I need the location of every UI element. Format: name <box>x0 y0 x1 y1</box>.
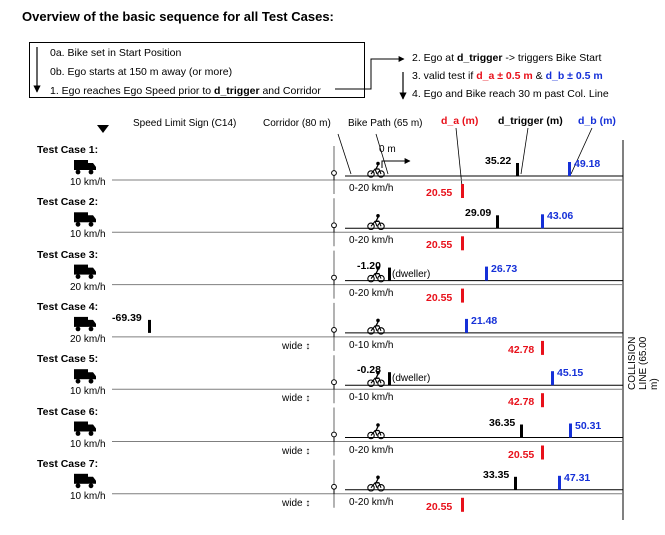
case-6-ego-speed: 10 km/h <box>70 438 106 450</box>
case-2-d-trigger-value: 29.09 <box>465 207 492 220</box>
case-5-truck-icon <box>74 369 96 384</box>
case-3-truck-icon <box>74 264 96 279</box>
case-6-d-a-marker <box>541 445 544 460</box>
case-7-bike-speed: 0-20 km/h <box>349 496 394 508</box>
case-4-speed-sign-icon <box>331 327 337 333</box>
case-5-dweller-note: (dweller) <box>392 373 431 385</box>
case-3-ego-speed: 20 km/h <box>70 281 106 293</box>
case-1-d-b-marker <box>568 162 571 176</box>
case-7-d-a-value: 20.55 <box>426 500 453 513</box>
case-6-speed-sign-icon <box>331 431 337 438</box>
case-1-d-trigger-marker <box>516 163 519 176</box>
case-6-wide-note: wide ↕ <box>282 445 311 457</box>
case-1-d-b-value: 49.18 <box>574 158 601 170</box>
case-2-ego-speed: 10 km/h <box>70 229 106 241</box>
case-7-bike-icon <box>367 475 385 492</box>
case-6-d-b-value: 50.31 <box>575 419 602 432</box>
case-4-d-a-marker <box>541 340 544 355</box>
case-5-speed-sign-icon <box>331 379 337 386</box>
case-6-bike-icon <box>367 423 385 440</box>
case-5-name: Test Case 5: <box>37 353 99 366</box>
case-1-d-trigger-value: 35.22 <box>485 155 512 167</box>
case-3-d-a-value: 20.55 <box>426 291 453 304</box>
case-1-ego-speed: 10 km/h <box>70 177 106 188</box>
case-6-truck-icon <box>74 421 96 436</box>
case-5-d-b-value: 45.15 <box>557 367 584 380</box>
case-3-d-trigger-value: -1.20 <box>357 259 381 272</box>
case-3-dweller-note: (dweller) <box>392 268 431 280</box>
case-4-name: Test Case 4: <box>37 300 99 313</box>
case-4-truck-icon <box>74 316 96 332</box>
case-6-bike-speed: 0-20 km/h <box>349 444 394 456</box>
test-case-rows <box>74 146 623 512</box>
case-5-d-b-marker <box>551 371 554 386</box>
case-7-truck-icon <box>74 473 96 489</box>
case-2-bike-icon <box>367 214 385 231</box>
case-6-d-trigger-marker <box>520 424 523 438</box>
case-2-d-b-marker <box>541 214 544 229</box>
case-4-bike-speed: 0-10 km/h <box>349 339 394 351</box>
case-2-bike-speed: 0-20 km/h <box>349 235 394 247</box>
case-7-ego-speed: 10 km/h <box>70 490 106 502</box>
case-7-d-b-marker <box>558 475 561 490</box>
case-1-speed-sign-icon <box>331 170 337 176</box>
case-5-d-a-marker <box>541 393 544 408</box>
case-3-d-b-marker <box>485 266 488 281</box>
case-4-d-a-value: 42.78 <box>508 343 535 356</box>
corridor-pointer <box>337 133 352 175</box>
case-7-speed-sign-icon <box>331 483 337 490</box>
case-2-name: Test Case 2: <box>37 196 99 209</box>
case-3-speed-sign-icon <box>331 274 337 281</box>
case-6-d-trigger-value: 36.35 <box>489 416 516 429</box>
case-3-d-trigger-marker <box>388 267 391 281</box>
case-2-d-trigger-marker <box>496 215 499 229</box>
case-5-bike-speed: 0-10 km/h <box>349 392 394 404</box>
case-1-truck-icon <box>74 160 96 175</box>
case-1-name: Test Case 1: <box>37 144 99 156</box>
case-3-d-a-marker <box>461 288 464 303</box>
case-1-d-a-value: 20.55 <box>426 187 453 199</box>
case-4-bike-icon <box>367 318 385 335</box>
case-6-d-a-value: 20.55 <box>508 448 535 461</box>
diagram-canvas <box>33 47 624 520</box>
case-4-d-b-value: 21.48 <box>471 314 498 327</box>
case-3-name: Test Case 3: <box>37 248 99 261</box>
d-trigger-pointer <box>520 127 529 175</box>
case-3-d-b-value: 26.73 <box>491 262 518 275</box>
case-7-d-trigger-marker <box>514 476 517 490</box>
case-2-d-b-value: 43.06 <box>547 210 574 223</box>
case-2-d-a-marker <box>461 236 464 251</box>
case-7-d-b-value: 47.31 <box>564 471 591 484</box>
case-4-d-trigger-value: -69.39 <box>112 311 142 324</box>
case-7-d-trigger-value: 33.35 <box>483 468 510 481</box>
case-3-bike-speed: 0-20 km/h <box>349 287 394 299</box>
legend-connector-arrow <box>335 56 405 90</box>
case-1-bike-speed: 0-20 km/h <box>349 183 394 194</box>
case-5-ego-speed: 10 km/h <box>70 386 106 398</box>
case-5-d-trigger-marker <box>388 372 391 386</box>
case-4-ego-speed: 20 km/h <box>70 333 106 345</box>
case-4-wide-note: wide ↕ <box>282 340 311 352</box>
case-7-wide-note: wide ↕ <box>282 497 311 509</box>
case-2-d-a-value: 20.55 <box>426 239 453 252</box>
case-1-d-a-marker <box>461 184 464 198</box>
start-triangle-icon <box>97 125 109 133</box>
case-7-d-a-marker <box>461 497 464 512</box>
case-2-speed-sign-icon <box>331 222 337 229</box>
case-5-wide-note: wide ↕ <box>282 393 311 405</box>
case-4-d-b-marker <box>465 318 468 333</box>
case-2-truck-icon <box>74 212 96 227</box>
case-6-d-b-marker <box>569 423 572 438</box>
case-5-d-trigger-value: -0.28 <box>357 364 381 377</box>
case-7-name: Test Case 7: <box>37 457 99 470</box>
static-lines <box>33 47 624 520</box>
case-4-d-trigger-marker <box>148 319 151 333</box>
case-5-d-a-value: 42.78 <box>508 396 535 409</box>
case-6-name: Test Case 6: <box>37 405 99 418</box>
